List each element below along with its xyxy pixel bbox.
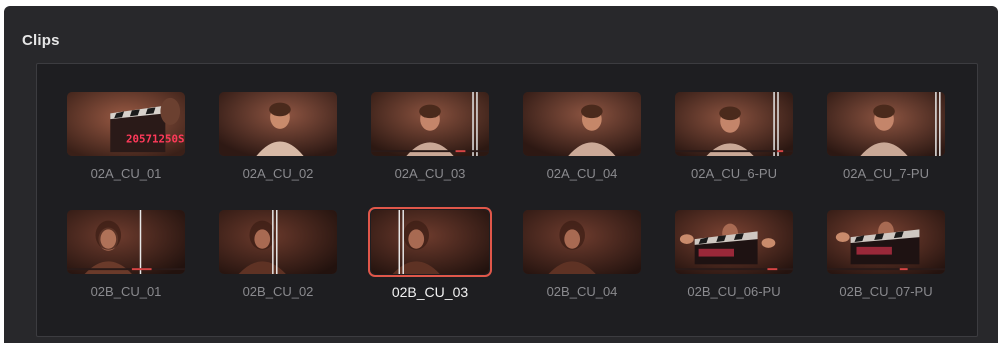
clip-thumbnail-frame (368, 207, 492, 277)
clip-thumbnail (371, 210, 489, 274)
clip-name: 02A_CU_02 (242, 166, 314, 181)
clip-thumbnail-frame (216, 207, 340, 277)
clip-thumbnail (523, 210, 641, 274)
clip-name: 02A_CU_03 (394, 166, 466, 181)
clip-02a-cu-02[interactable]: 02A_CU_02 (214, 89, 342, 193)
clip-02a-cu-01[interactable]: 20571250S 02A_CU_01 (62, 89, 190, 193)
clip-thumbnail-frame (672, 207, 796, 277)
clip-thumbnail (219, 92, 337, 156)
clip-02a-cu-04[interactable]: 02A_CU_04 (518, 89, 646, 193)
clip-thumbnail (67, 210, 185, 274)
clip-name: 02A_CU_01 (90, 166, 162, 181)
clip-thumbnail-frame (64, 207, 188, 277)
clip-02b-cu-07-pu[interactable]: 02B_CU_07-PU (822, 207, 950, 311)
clip-02a-cu-6-pu[interactable]: 02A_CU_6-PU (670, 89, 798, 193)
clip-02a-cu-7-pu[interactable]: 02A_CU_7-PU (822, 89, 950, 193)
clip-thumbnail (675, 210, 793, 274)
clip-thumbnail-frame: 20571250S (64, 89, 188, 159)
clip-thumbnail (371, 92, 489, 156)
clip-02b-cu-06-pu[interactable]: 02B_CU_06-PU (670, 207, 798, 311)
clip-name: 02B_CU_02 (242, 284, 314, 299)
clips-grid: 20571250S 02A_CU_01 02A_CU_02 02A_CU_03 … (36, 63, 978, 337)
slate-timecode: 20571250S (126, 132, 185, 145)
clips-panel: Clips 20571250S 02A_CU_01 02A_CU_02 02A_… (4, 6, 998, 343)
clip-thumbnail-frame (824, 89, 948, 159)
clip-02a-cu-03[interactable]: 02A_CU_03 (366, 89, 494, 193)
clip-name: 02B_CU_04 (546, 284, 618, 299)
clip-thumbnail-frame (824, 207, 948, 277)
clip-thumbnail-frame (216, 89, 340, 159)
clip-thumbnail (675, 92, 793, 156)
clip-02b-cu-03[interactable]: 02B_CU_03 (366, 207, 494, 311)
clip-name: 02B_CU_06-PU (687, 284, 781, 299)
clip-thumbnail (219, 210, 337, 274)
clip-name: 02A_CU_04 (546, 166, 618, 181)
clip-name: 02B_CU_01 (90, 284, 162, 299)
clip-thumbnail: 20571250S (67, 92, 185, 156)
clip-thumbnail-frame (520, 89, 644, 159)
clip-name: 02B_CU_07-PU (839, 284, 933, 299)
clip-thumbnail (827, 210, 945, 274)
clip-thumbnail (523, 92, 641, 156)
clip-name: 02B_CU_03 (391, 284, 469, 300)
clip-thumbnail-frame (520, 207, 644, 277)
clip-02b-cu-02[interactable]: 02B_CU_02 (214, 207, 342, 311)
clip-name: 02A_CU_6-PU (691, 166, 777, 181)
clip-02b-cu-04[interactable]: 02B_CU_04 (518, 207, 646, 311)
clip-thumbnail-frame (672, 89, 796, 159)
clip-thumbnail-frame (368, 89, 492, 159)
panel-title: Clips (22, 32, 60, 49)
clip-name: 02A_CU_7-PU (843, 166, 929, 181)
clip-thumbnail (827, 92, 945, 156)
clip-02b-cu-01[interactable]: 02B_CU_01 (62, 207, 190, 311)
